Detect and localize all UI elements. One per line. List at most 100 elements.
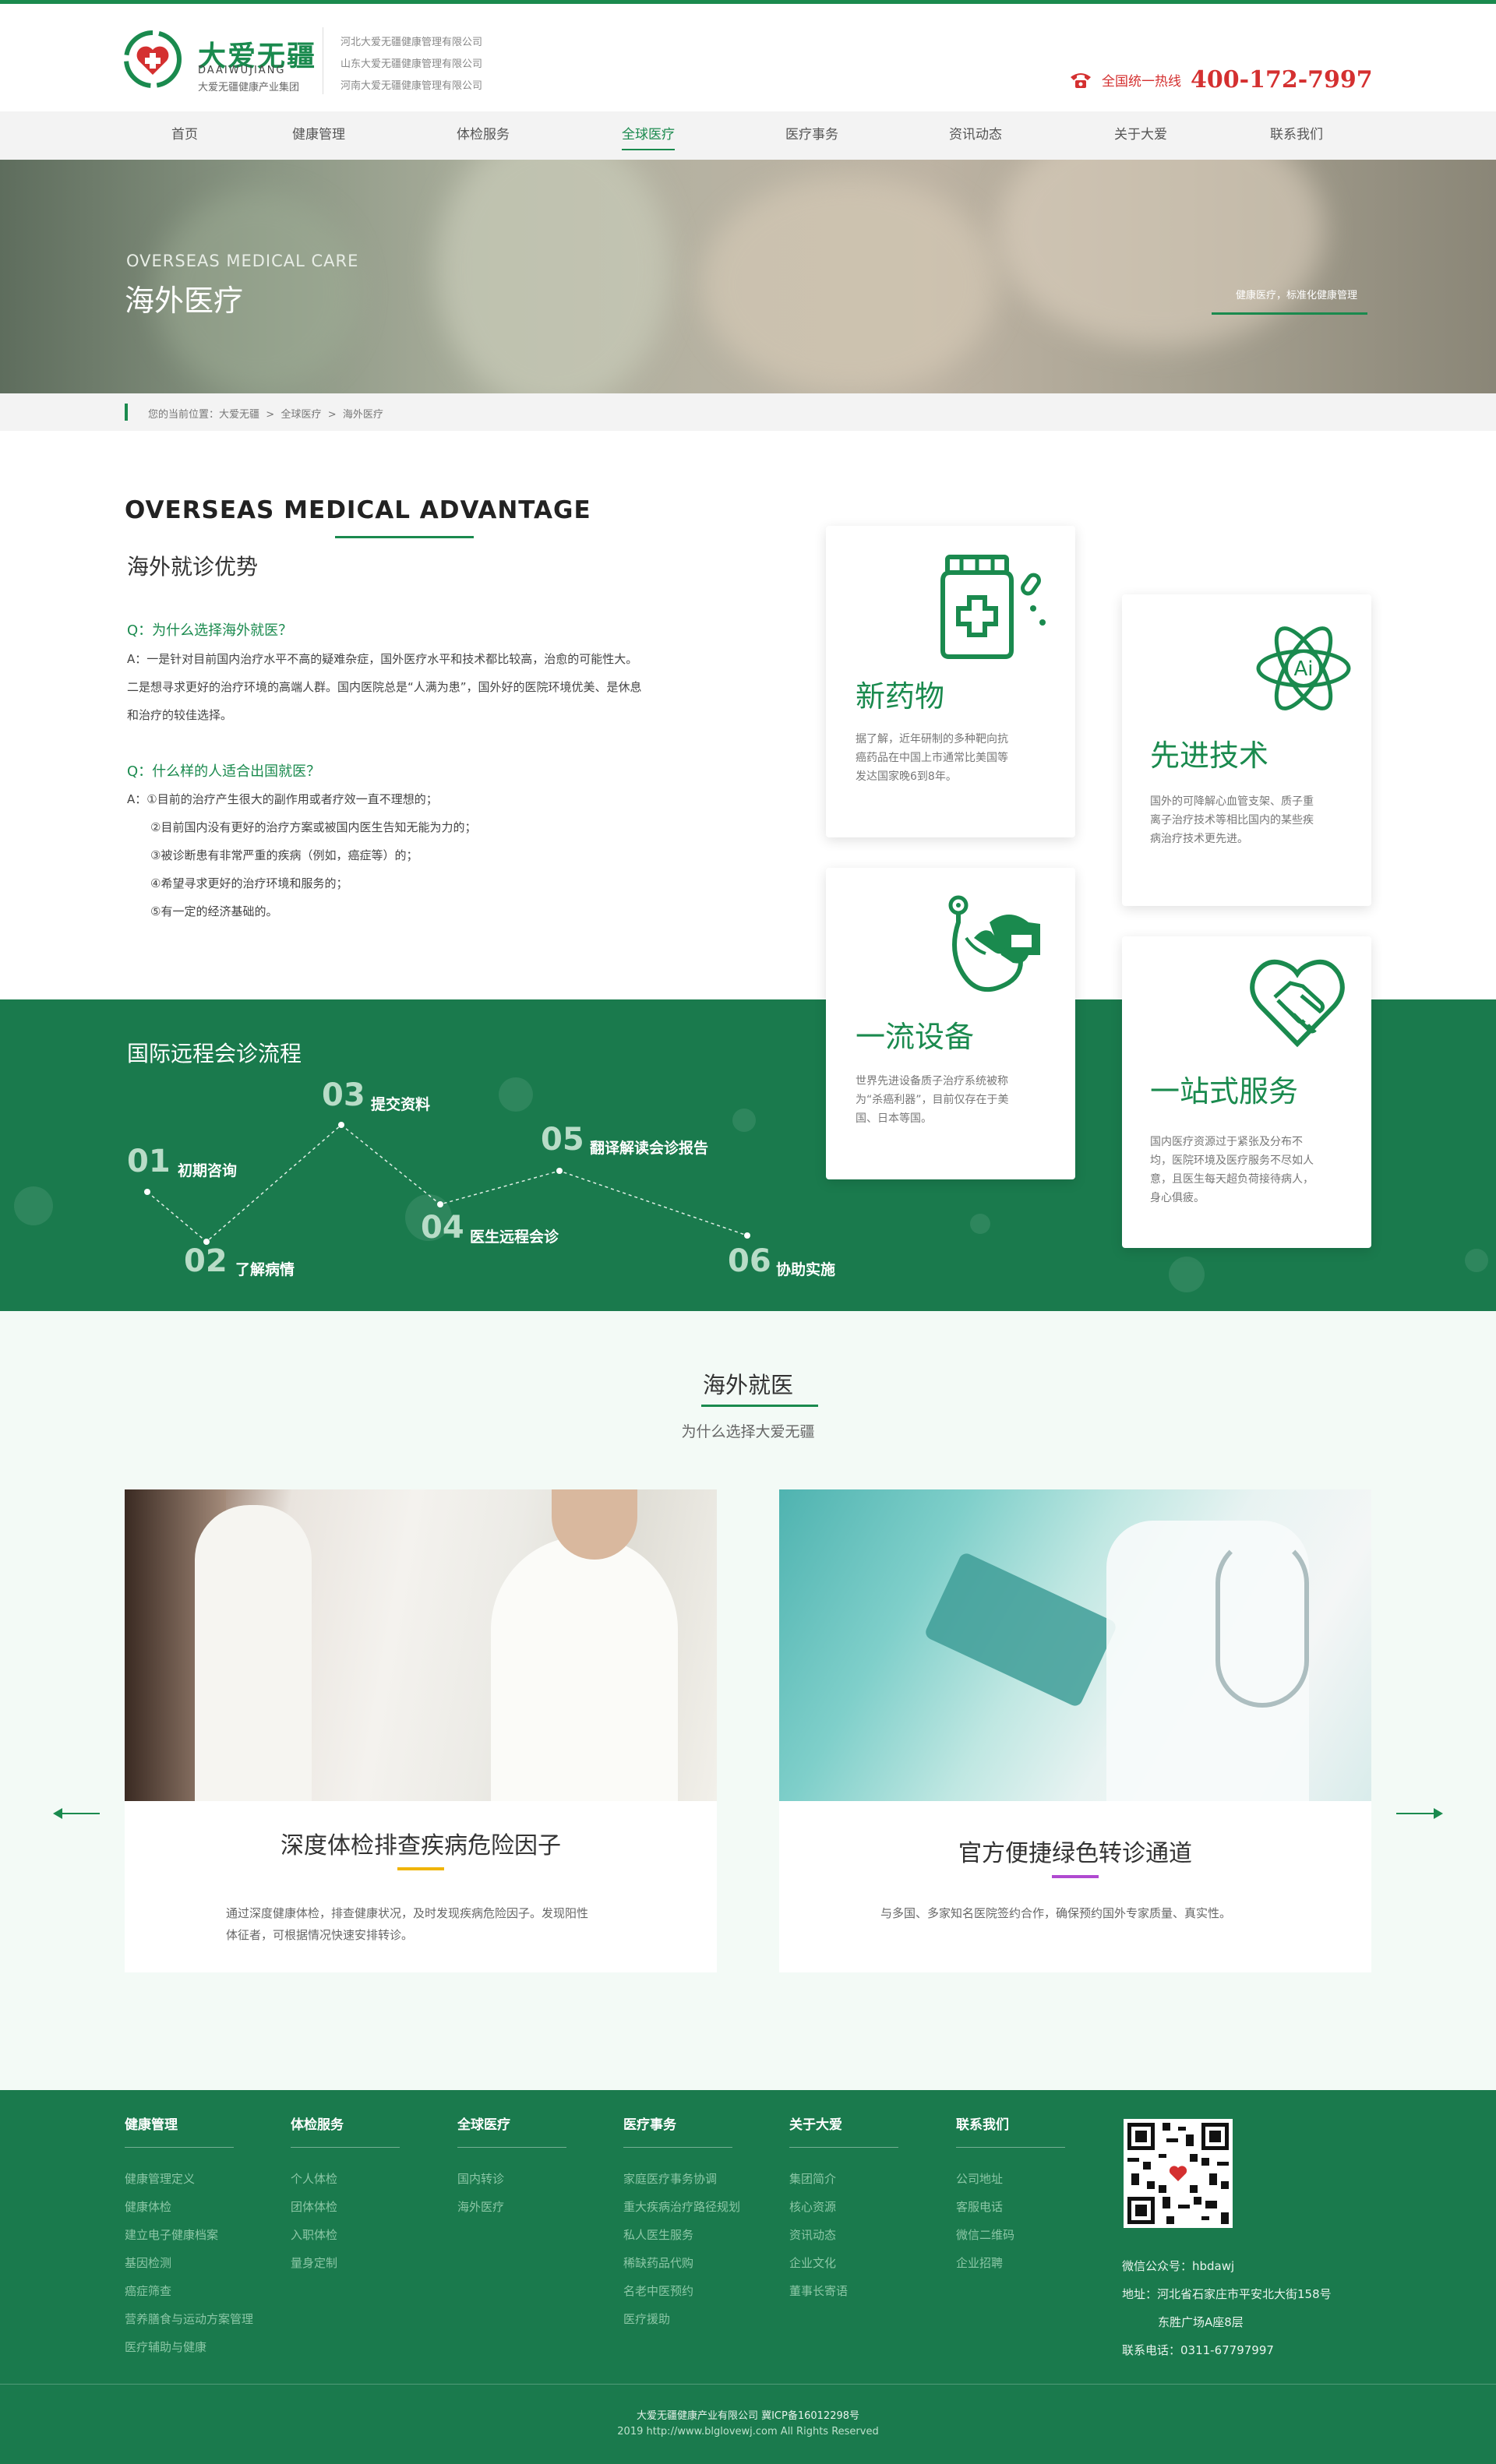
question-1: Q：为什么选择海外就医？ (127, 622, 293, 639)
step-number: 02 (184, 1243, 228, 1279)
footer-link[interactable]: 客服电话 (956, 2193, 1065, 2221)
footer-heading[interactable]: 关于大爱 (789, 2113, 898, 2148)
banner-title-en: OVERSEAS MEDICAL CARE (126, 252, 359, 270)
service-desc-line: 体征者，可根据情况快速安排转诊。 (226, 1928, 414, 1942)
nav-item-affairs[interactable]: 医疗事务 (750, 111, 874, 160)
feature-card[interactable]: 一流设备 世界先进设备质子治疗系统被称 为“杀癌利器”，目前仅存在于美 国、日本… (826, 868, 1075, 1179)
answer-line: 和治疗的较佳选择。 (127, 708, 233, 722)
logo-icon[interactable] (123, 30, 182, 89)
card-desc-line: 均，医院环境及医疗服务不尽如人 (1150, 1154, 1314, 1167)
step-number: 03 (322, 1077, 365, 1113)
feature-card[interactable]: Ai 先进技术 国外的可降解心血管支架、质子重 离子治疗技术等相比国内的某些疾 … (1122, 594, 1371, 906)
footer-link[interactable]: 国内转诊 (457, 2165, 566, 2193)
footer-link[interactable]: 量身定制 (291, 2249, 400, 2277)
qr-code-icon (1124, 2119, 1233, 2228)
footer-link[interactable]: 健康管理定义 (125, 2165, 253, 2193)
breadcrumb: 您的当前位置：大爱无疆 > 全球医疗 > 海外医疗 (0, 393, 1496, 431)
footer-link[interactable]: 董事长寄语 (789, 2277, 898, 2305)
doctor-checkup-image (125, 1489, 717, 1801)
nav-item-health[interactable]: 健康管理 (256, 111, 381, 160)
heart-handshake-icon (1250, 960, 1345, 1048)
footer-link[interactable]: 癌症筛查 (125, 2277, 253, 2305)
card-desc-line: 据了解，近年研制的多种靶向抗 (856, 733, 1008, 746)
service-desc-line: 与多国、多家知名医院签约合作，确保预约国外专家质量、真实性。 (880, 1906, 1232, 1920)
footer-heading[interactable]: 全球医疗 (457, 2113, 566, 2148)
footer-link[interactable]: 医疗辅助与健康 (125, 2333, 253, 2361)
nav-item-checkup[interactable]: 体检服务 (421, 111, 545, 160)
answer-line: ⑤有一定的经济基础的。 (150, 904, 278, 918)
footer-heading[interactable]: 联系我们 (956, 2113, 1065, 2148)
footer-link[interactable]: 重大疾病治疗路径规划 (623, 2193, 740, 2221)
nav-item-about[interactable]: 关于大爱 (1078, 111, 1203, 160)
footer-link[interactable]: 医疗援助 (623, 2305, 740, 2333)
nav-item-home[interactable]: 首页 (122, 111, 247, 160)
why-subtitle: 为什么选择大爱无疆 (681, 1423, 815, 1440)
service-description: 通过深度健康体检，排查健康状况，及时发现疾病危险因子。发现阳性 体征者，可根据情… (226, 1902, 588, 1946)
nav-item-global[interactable]: 全球医疗 (586, 111, 711, 160)
footer-link[interactable]: 资讯动态 (789, 2221, 898, 2249)
nav-item-contact[interactable]: 联系我们 (1234, 111, 1359, 160)
footer-heading[interactable]: 健康管理 (125, 2113, 234, 2148)
footer-link[interactable]: 企业文化 (789, 2249, 898, 2277)
logo-english: DAAIWUJIANG (198, 65, 286, 76)
footer-heading[interactable]: 体检服务 (291, 2113, 400, 2148)
section-title-en: OVERSEAS MEDICAL ADVANTAGE (125, 496, 591, 524)
footer-link[interactable]: 微信二维码 (956, 2221, 1065, 2249)
footer-link[interactable]: 核心资源 (789, 2193, 898, 2221)
feature-card[interactable]: 一站式服务 国内医疗资源过于紧张及分布不 均，医院环境及医疗服务不尽如人 意，且… (1122, 936, 1371, 1248)
step-label: 翻译解读会诊报告 (590, 1140, 709, 1157)
breadcrumb-link-global[interactable]: 全球医疗 (280, 409, 321, 421)
company-item: 山东大爱无疆健康管理有限公司 (340, 58, 483, 70)
card-desc-line: 国、日本等国。 (856, 1112, 932, 1125)
footer-link[interactable]: 入职体检 (291, 2221, 400, 2249)
feature-card[interactable]: 新药物 据了解，近年研制的多种靶向抗 癌药品在中国上市通常比美国等 发达国家晚6… (826, 526, 1075, 837)
svg-text:Ai: Ai (1293, 657, 1313, 681)
footer-link[interactable]: 私人医生服务 (623, 2221, 740, 2249)
footer-link[interactable]: 公司地址 (956, 2165, 1065, 2193)
footer-link[interactable]: 企业招聘 (956, 2249, 1065, 2277)
footer-divider (0, 2384, 1496, 2385)
footer-link[interactable]: 稀缺药品代购 (623, 2249, 740, 2277)
copyright-url[interactable]: 2019 http://www.blglovewj.com All Rights… (0, 2426, 1496, 2438)
carousel-prev-arrow-icon[interactable] (51, 1807, 101, 1820)
card-desc-line: 身心俱疲。 (1150, 1192, 1205, 1204)
why-title: 海外就医 (702, 1372, 793, 1398)
footer-link[interactable]: 家庭医疗事务协调 (623, 2165, 740, 2193)
accent-bar (397, 1867, 444, 1870)
hotline-number[interactable]: 400-172-7997 (1191, 66, 1373, 93)
footer-link[interactable]: 营养膳食与运动方案管理 (125, 2305, 253, 2333)
stethoscope-icon (948, 895, 1040, 992)
card-description: 据了解，近年研制的多种靶向抗 癌药品在中国上市通常比美国等 发达国家晚6到8年。 (856, 730, 1008, 786)
answer-2: A：①目前的治疗产生很大的副作用或者疗效一直不理想的； ②目前国内没有更好的治疗… (127, 785, 476, 925)
footer-link[interactable]: 健康体检 (125, 2193, 253, 2221)
copyright: 大爱无疆健康产业有限公司 冀ICP备16012298号 (636, 2410, 860, 2422)
breadcrumb-link-home[interactable]: 大爱无疆 (219, 409, 259, 421)
footer-link[interactable]: 建立电子健康档案 (125, 2221, 253, 2249)
banner-underline (1212, 312, 1367, 315)
step-number: 06 (728, 1243, 771, 1279)
footer-heading[interactable]: 医疗事务 (623, 2113, 732, 2148)
footer-link[interactable]: 个人体检 (291, 2165, 400, 2193)
nav-item-news[interactable]: 资讯动态 (913, 111, 1038, 160)
service-desc-line: 通过深度健康体检，排查健康状况，及时发现疾病危险因子。发现阳性 (226, 1906, 589, 1920)
card-title: 一流设备 (856, 1020, 975, 1054)
carousel-next-arrow-icon[interactable] (1395, 1807, 1445, 1820)
footer-link[interactable]: 团体体检 (291, 2193, 400, 2221)
breadcrumb-prefix: 您的当前位置： (148, 409, 220, 421)
medicine-bottle-icon (940, 555, 1046, 659)
service-card[interactable]: 深度体检排查疾病危险因子 通过深度健康体检，排查健康状况，及时发现疾病危险因子。… (125, 1489, 717, 1972)
service-card[interactable]: 官方便捷绿色转诊通道 与多国、多家知名医院签约合作，确保预约国外专家质量、真实性… (779, 1489, 1371, 1972)
footer-column: 健康管理 健康管理定义 健康体检 建立电子健康档案 基因检测 癌症筛查 营养膳食… (125, 2113, 253, 2361)
card-desc-line: 国外的可降解心血管支架、质子重 (1150, 795, 1314, 808)
service-description: 与多国、多家知名医院签约合作，确保预约国外专家质量、真实性。 (880, 1902, 1231, 1924)
footer-link[interactable]: 名老中医预约 (623, 2277, 740, 2305)
wechat-qr-code (1124, 2119, 1233, 2228)
company-item: 河南大爱无疆健康管理有限公司 (340, 80, 483, 92)
banner-title: 海外医疗 (125, 284, 244, 318)
footer-link[interactable]: 集团简介 (789, 2165, 898, 2193)
card-description: 世界先进设备质子治疗系统被称 为“杀癌利器”，目前仅存在于美 国、日本等国。 (856, 1072, 1009, 1128)
footer-link[interactable]: 海外医疗 (457, 2193, 566, 2221)
footer-link[interactable]: 基因检测 (125, 2249, 253, 2277)
answer-line: A：一是针对目前国内治疗水平不高的疑难杂症，国外医疗水平和技术都比较高，治愈的可… (127, 652, 638, 666)
section-title: 海外就诊优势 (127, 554, 259, 580)
